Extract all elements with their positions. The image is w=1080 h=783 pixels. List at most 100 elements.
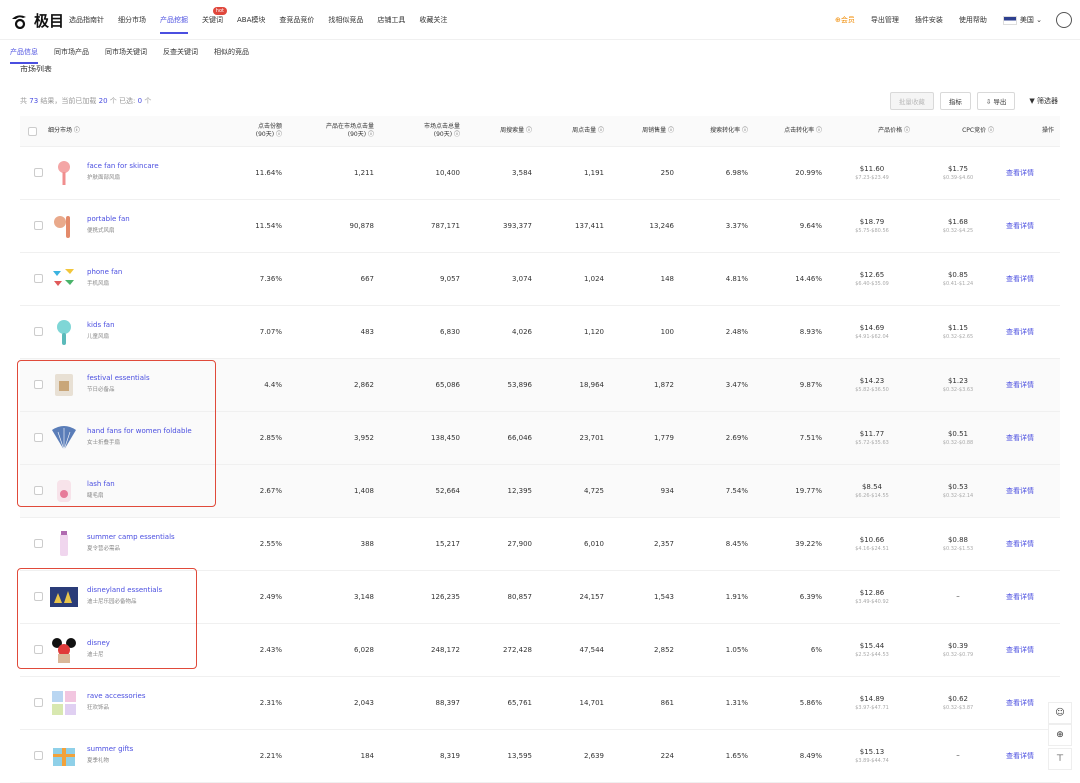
segment-cell: summer camp essentials 夏令营必需品 (20, 517, 216, 571)
globe-icon[interactable]: ⊕ (1048, 724, 1072, 746)
table-row[interactable]: summer gifts 夏季礼物 2.21% 184 8,319 13,595 2,639… (20, 729, 1060, 783)
keyword-link[interactable]: rave accessories (87, 692, 146, 700)
column-header[interactable]: 市场点击总量 (90天) ⓘ (380, 116, 466, 147)
nav-item-keywords[interactable]: 关键词 hot (195, 0, 230, 40)
select-all-checkbox[interactable] (28, 127, 37, 136)
column-header[interactable]: 产品在市场点击量 (90天) ⓘ (288, 116, 380, 147)
product-thumbnail[interactable] (50, 318, 78, 346)
action-cell: 查看详情 (1000, 570, 1060, 624)
view-details-link[interactable]: 查看详情 (1006, 381, 1034, 389)
table-row[interactable]: face fan for skincare 护肤面部风扇 11.64% 1,211 10… (20, 146, 1060, 200)
nav-item-aba[interactable]: ABA模块 (230, 0, 272, 40)
view-details-link[interactable]: 查看详情 (1006, 487, 1034, 495)
keyword-translation: 便携式风扇 (87, 227, 115, 234)
tab-same-market-products[interactable]: 同市场产品 (46, 47, 97, 69)
column-header[interactable]: 产品价格 ⓘ (828, 116, 916, 147)
nav-item-compass[interactable]: 选品指南针 (62, 0, 111, 40)
view-details-link[interactable]: 查看详情 (1006, 752, 1034, 760)
view-details-link[interactable]: 查看详情 (1006, 275, 1034, 283)
nav-item-product-mining[interactable]: 产品挖掘 (153, 0, 195, 40)
metrics-button[interactable]: 指标 (939, 92, 971, 110)
metric-cell: 24,157 (538, 570, 610, 624)
product-thumbnail[interactable] (50, 742, 78, 770)
tab-reverse-keywords[interactable]: 反查关键词 (155, 47, 206, 69)
keyword-link[interactable]: portable fan (87, 215, 130, 223)
view-details-link[interactable]: 查看详情 (1006, 699, 1034, 707)
view-details-link[interactable]: 查看详情 (1006, 593, 1034, 601)
table-row[interactable]: phone fan 手机风扇 7.36% 667 9,057 3,074 1,024 148 4… (20, 252, 1060, 306)
column-header[interactable]: 细分市场 ⓘ (20, 116, 216, 147)
column-header[interactable]: CPC竞价 ⓘ (916, 116, 1000, 147)
keyword-link[interactable]: summer gifts (87, 745, 133, 753)
column-header[interactable]: 搜索转化率 ⓘ (680, 116, 754, 147)
row-checkbox[interactable] (34, 274, 43, 283)
row-checkbox[interactable] (34, 539, 43, 548)
nav-item-competitor-bid[interactable]: 查竞品竞价 (272, 0, 321, 40)
avatar[interactable] (1056, 12, 1072, 28)
table-row[interactable]: rave accessories 狂欢饰品 2.31% 2,043 88,397 65,7… (20, 676, 1060, 730)
export-manage-link[interactable]: 导出管理 (871, 15, 899, 25)
column-header-label: 产品在市场点击量 (90天) ⓘ (325, 122, 374, 138)
nav-label: 查竞品竞价 (279, 16, 315, 24)
product-thumbnail[interactable] (50, 265, 78, 293)
summary-mid: 结果，当前已加载 (40, 97, 97, 105)
table-row[interactable]: portable fan 便携式风扇 11.54% 90,878 787,171 393,… (20, 199, 1060, 253)
cpc-cell: $1.75 $0.39-$4.60 (916, 146, 1000, 200)
tab-same-market-keywords[interactable]: 同市场关键词 (97, 47, 155, 69)
view-details-link[interactable]: 查看详情 (1006, 434, 1034, 442)
keyword-link[interactable]: phone fan (87, 268, 122, 276)
view-details-link[interactable]: 查看详情 (1006, 540, 1034, 548)
nav-item-segment-market[interactable]: 细分市场 (111, 0, 153, 40)
view-details-link[interactable]: 查看详情 (1006, 169, 1034, 177)
bulk-favorite-button[interactable]: 批量收藏 (889, 92, 934, 110)
nav-item-store-tools[interactable]: 店铺工具 (370, 0, 412, 40)
help-link[interactable]: 使用帮助 (959, 15, 987, 25)
product-thumbnail[interactable] (50, 212, 78, 240)
nav-label: 选品指南针 (69, 16, 104, 24)
keyword-link[interactable]: summer camp essentials (87, 533, 175, 541)
product-thumbnail[interactable] (50, 530, 78, 558)
metric-cell: 2.21% (216, 729, 288, 783)
view-details-link[interactable]: 查看详情 (1006, 646, 1034, 654)
nav-item-favorites[interactable]: 收藏关注 (412, 0, 454, 40)
keyword-link[interactable]: face fan for skincare (87, 162, 159, 170)
summary-selected: 0 (137, 97, 143, 105)
column-header[interactable]: 周搜索量 ⓘ (466, 116, 538, 147)
column-header[interactable]: 操作 (1000, 116, 1060, 147)
table-row[interactable]: kids fan 儿童风扇 7.07% 483 6,830 4,026 1,120 100 2.… (20, 305, 1060, 359)
metric-cell: 23,701 (538, 411, 610, 465)
table-row[interactable]: summer camp essentials 夏令营必需品 2.55% 388 15,2… (20, 517, 1060, 571)
column-header[interactable]: 点击份额 (90天) ⓘ (216, 116, 288, 147)
country-selector[interactable]: 美国 ⌄ (1002, 15, 1042, 25)
column-header[interactable]: 周销售量 ⓘ (610, 116, 680, 147)
view-details-link[interactable]: 查看详情 (1006, 222, 1034, 230)
feedback-icon[interactable]: ☺ (1048, 702, 1072, 724)
keyword-link[interactable]: kids fan (87, 321, 115, 329)
product-thumbnail[interactable] (50, 159, 78, 187)
vip-link[interactable]: ⊕会员 (835, 15, 855, 25)
row-checkbox[interactable] (34, 698, 43, 707)
row-checkbox[interactable] (34, 168, 43, 177)
metric-cell: 7.51% (754, 411, 828, 465)
product-thumbnail[interactable] (50, 689, 78, 717)
plugin-install-link[interactable]: 插件安装 (915, 15, 943, 25)
metric-cell: 2.67% (216, 464, 288, 518)
row-checkbox[interactable] (34, 751, 43, 760)
export-button[interactable]: ⇩ 导出 (976, 92, 1016, 110)
brand-logo[interactable]: 极目 (10, 10, 64, 31)
back-to-top-icon[interactable]: ⊤ (1048, 748, 1072, 770)
cpc-cell: – (916, 570, 1000, 624)
metric-cell: 2.43% (216, 623, 288, 677)
view-details-link[interactable]: 查看详情 (1006, 328, 1034, 336)
metric-cell: 65,086 (380, 358, 466, 412)
nav-label: 收藏关注 (419, 16, 448, 24)
metric-cell: 2,357 (610, 517, 680, 571)
column-header[interactable]: 周点击量 ⓘ (538, 116, 610, 147)
row-checkbox[interactable] (34, 221, 43, 230)
cpc-range: $0.32-$0.79 (942, 651, 974, 658)
tab-similar-competitors[interactable]: 相似的竞品 (206, 47, 257, 69)
filter-button[interactable]: ▼ 筛选器 (1029, 96, 1058, 106)
column-header[interactable]: 点击转化率 ⓘ (754, 116, 828, 147)
row-checkbox[interactable] (34, 327, 43, 336)
nav-item-similar[interactable]: 找相似竞品 (321, 0, 370, 40)
